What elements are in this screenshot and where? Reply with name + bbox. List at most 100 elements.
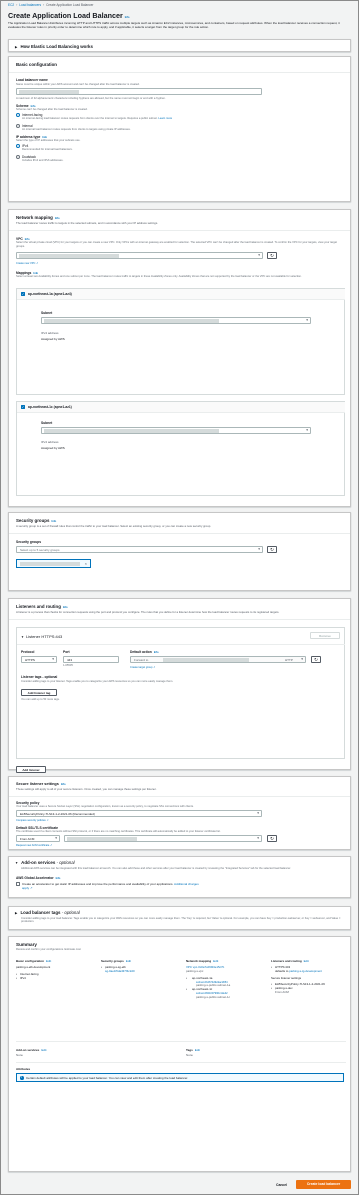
az2-ipv4-value: Assigned by AWS <box>41 445 65 450</box>
compare-policies-link[interactable]: Compare security policies ↗ <box>16 819 49 823</box>
request-cert-text: Request new ACM certificate <box>16 843 50 847</box>
refresh-vpc-button[interactable]: ↻ <box>267 251 277 259</box>
cert-source-select[interactable]: From ACM ▾ <box>16 834 60 842</box>
summary-sg-id[interactable]: sg-0ae1f6da437f4c2d0 <box>101 969 183 974</box>
az2-checkbox[interactable]: ✓ <box>21 405 25 410</box>
mappings-desc: Select at least two Availability Zones a… <box>16 275 302 279</box>
sg-placeholder: Select up to 5 security groups <box>20 548 60 553</box>
edit-tags-link[interactable]: Edit <box>195 1048 200 1052</box>
security-policy-value: ELBSecurityPolicy-TLS13-1-2-2021-06 (Rec… <box>20 812 95 817</box>
summary-desc: Review and confirm your configurations. … <box>16 948 81 951</box>
external-link-icon: ↗ <box>50 843 53 847</box>
network-info-link[interactable]: Info <box>55 217 60 220</box>
port-hint: 1-65535 <box>63 663 73 667</box>
divider <box>16 1062 346 1063</box>
request-cert-link[interactable]: Request new ACM certificate ↗ <box>16 844 52 848</box>
caret-down-icon: ▾ <box>55 836 57 841</box>
secure-info-link[interactable]: Info <box>61 783 66 786</box>
lb-name-label: Load balancer name <box>16 77 48 82</box>
create-tg-link[interactable]: Create target group ↗ <box>130 666 155 670</box>
listener-card: ▼ Listener HTTPS:443 Remove Protocol HTTP… <box>16 626 345 759</box>
port-value: 443 <box>67 658 73 663</box>
listeners-title-text: Listeners and routing <box>16 604 61 609</box>
ga-text: Create an accelerator to get static IP a… <box>22 882 202 890</box>
default-action-info-link[interactable]: Info <box>154 651 159 654</box>
refresh-sg-button[interactable]: ↻ <box>267 545 277 553</box>
attributes-alert: i Certain default attributes will be app… <box>16 1073 344 1082</box>
security-info-link[interactable]: Info <box>51 520 56 523</box>
summary-basic: Basic configuration Edit parking-s-elb-de… <box>16 959 98 981</box>
addons-header[interactable]: ▼ Add-on services - optional <box>15 860 75 866</box>
summary-tags-title: Tags <box>186 1048 193 1052</box>
ipv4-radio[interactable] <box>16 143 20 148</box>
cert-select[interactable]: ▾ <box>64 834 262 842</box>
page-info-link[interactable]: Info <box>125 16 130 19</box>
tag-hint: You can add up to 50 more tags. <box>21 697 60 701</box>
sg-select[interactable]: Select up to 5 security groups ▾ <box>16 545 263 553</box>
how-elb-works-header[interactable]: ▶ How Elastic Load Balancing works <box>15 44 93 50</box>
edit-addons-link[interactable]: Edit <box>41 1048 46 1052</box>
listeners-info-link[interactable]: Info <box>63 606 68 609</box>
refresh-icon: ↻ <box>270 835 274 841</box>
internet-facing-radio[interactable] <box>16 112 20 117</box>
summary-listeners: Listeners and routingEdit HTTPS:443 defa… <box>271 959 353 995</box>
add-listener-button[interactable]: Add listener <box>16 765 46 773</box>
refresh-target-button[interactable]: ↻ <box>311 655 321 663</box>
network-title-text: Network mapping <box>16 215 53 220</box>
sg-token: × <box>16 558 91 568</box>
dualstack-radio[interactable] <box>16 154 20 159</box>
create-load-balancer-button[interactable]: Create load balancer <box>296 1180 351 1189</box>
remove-listener-button[interactable]: Remove <box>310 631 340 639</box>
redacted-value <box>19 89 79 95</box>
breadcrumb-ec2[interactable]: EC2 <box>8 3 14 7</box>
ga-checkbox[interactable] <box>16 882 20 886</box>
how-elb-works-panel[interactable]: ▶ How Elastic Load Balancing works <box>8 39 351 52</box>
add-listener-tag-button[interactable]: Add listener tag <box>21 688 57 696</box>
create-vpc-link[interactable]: Create new VPC ↗ <box>16 262 38 266</box>
edit-net-link[interactable]: Edit <box>213 959 218 963</box>
summary-tags-header: Tags Edit <box>186 1048 268 1052</box>
close-icon[interactable]: × <box>85 561 87 566</box>
refresh-cert-button[interactable]: ↻ <box>267 834 277 842</box>
caret-right-icon: ▶ <box>15 44 18 49</box>
redacted-value <box>67 836 137 842</box>
ip-type-desc: Select the type of IP addresses that you… <box>16 139 81 143</box>
scheme-desc: Scheme can't be changed after the load b… <box>16 108 88 112</box>
edit-sg-link[interactable]: Edit <box>126 959 131 963</box>
network-desc: The load balancer routes traffic to targ… <box>16 220 158 225</box>
lb-name-desc: Name must be unique within your AWS acco… <box>16 82 140 86</box>
az1-subnet-label: Subnet <box>41 310 53 315</box>
attributes-title: Attributes <box>16 1067 31 1071</box>
vpc-select[interactable]: ▾ <box>16 251 263 259</box>
caret-down-icon[interactable]: ▼ <box>21 635 24 639</box>
create-vpc-text: Create new VPC <box>16 261 36 265</box>
summary-addons-title: Add-on services <box>16 1048 40 1052</box>
caret-down-icon: ▼ <box>15 861 19 865</box>
summary-lb-name: parking-s-elb-development <box>16 965 51 970</box>
listeners-panel: Listeners and routing Info A listener is a… <box>8 598 351 773</box>
secure-listener-panel: Secure listener settings Info These settin… <box>8 776 351 850</box>
az2-subnet-select[interactable]: ▾ <box>41 426 311 434</box>
edit-lr-link[interactable]: Edit <box>304 959 309 963</box>
port-input[interactable]: 443 <box>63 655 119 663</box>
az2-label: ap-northeast-1c (apne1-az1) <box>28 405 72 410</box>
external-link-icon: ↗ <box>30 886 33 891</box>
cancel-button[interactable]: Cancel <box>276 1183 287 1188</box>
security-policy-select[interactable]: ELBSecurityPolicy-TLS13-1-2-2021-06 (Rec… <box>16 809 262 817</box>
learn-more-link[interactable]: Learn more <box>158 117 172 120</box>
listeners-desc: A listener is a process that checks for … <box>16 609 280 614</box>
lb-name-input[interactable] <box>16 87 262 95</box>
security-desc: A security group is a set of firewall ru… <box>16 523 212 528</box>
protocol-select[interactable]: HTTPS ▾ <box>21 655 57 663</box>
internal-radio[interactable] <box>16 123 20 128</box>
breadcrumb-load-balancers[interactable]: Load balancers <box>19 3 41 7</box>
az1-checkbox[interactable]: ✓ <box>21 292 25 297</box>
lb-tags-header[interactable]: ▶ Load balancer tags - optional <box>15 910 80 916</box>
ga-info-link[interactable]: Info <box>56 877 61 880</box>
forward-to-select[interactable]: Forward to HTTP ▾ <box>130 655 306 663</box>
az1-subnet-select[interactable]: ▾ <box>41 316 311 324</box>
caret-down-icon: ▾ <box>257 811 259 816</box>
edit-basic-link[interactable]: Edit <box>46 959 51 963</box>
dualstack-desc: Includes IPv4 and IPv6 addresses. <box>22 159 64 163</box>
addons-panel: ▼ Add-on services - optional Additional A… <box>8 856 351 898</box>
